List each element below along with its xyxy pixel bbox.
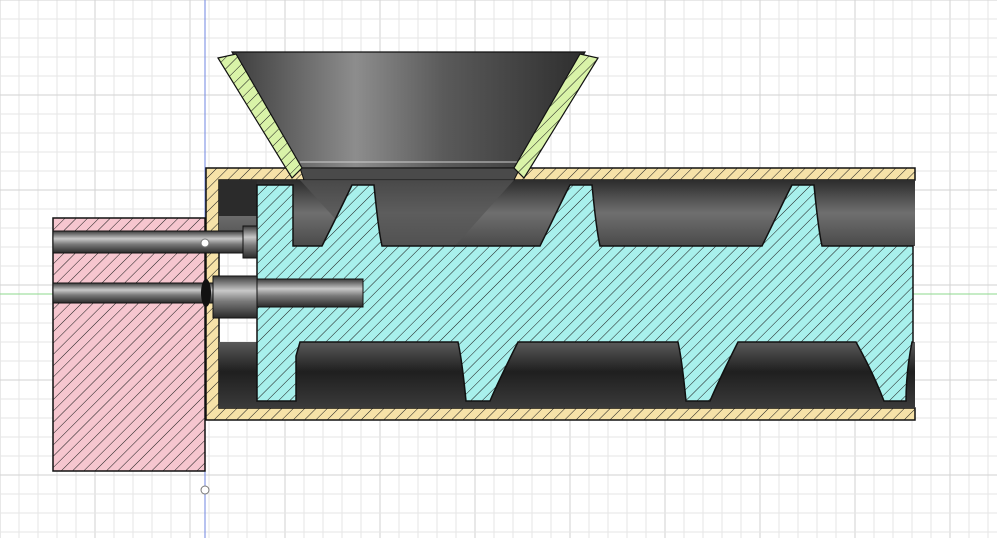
motor-block[interactable] <box>52 217 206 472</box>
origin-point-icon[interactable] <box>200 485 210 495</box>
design-canvas[interactable] <box>0 0 997 538</box>
barrel-cavity-lower <box>219 342 915 408</box>
pivot-point-icon[interactable] <box>200 238 210 248</box>
section-view[interactable] <box>0 0 997 538</box>
drive-shaft-upper[interactable] <box>52 225 258 259</box>
